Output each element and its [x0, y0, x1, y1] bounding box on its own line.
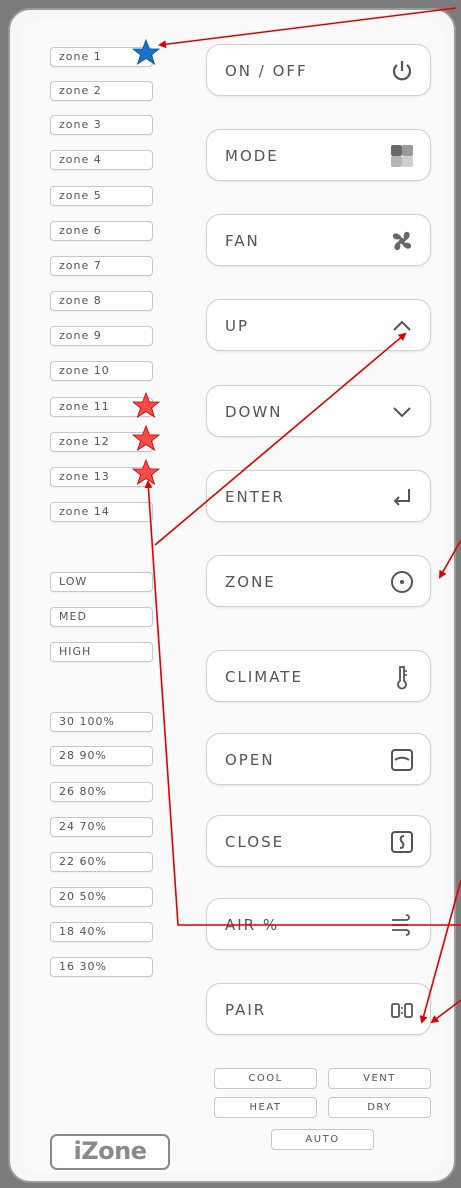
zone-14-button[interactable]: zone 14	[50, 502, 153, 522]
percent-100-button[interactable]: 30 100%	[50, 712, 153, 732]
climate-button[interactable]: CLIMATE	[206, 650, 431, 702]
air-percent-label: AIR %	[225, 916, 280, 934]
zone-button[interactable]: ZONE	[206, 555, 431, 607]
thermometer-icon	[397, 666, 407, 690]
zone-2-button[interactable]: zone 2	[50, 81, 153, 101]
open-icon	[391, 749, 413, 771]
percent-70-button[interactable]: 24 70%	[50, 817, 153, 837]
izone-logo: iZone	[50, 1134, 170, 1170]
auto-mode-button[interactable]: AUTO	[271, 1129, 374, 1150]
down-label: DOWN	[225, 403, 283, 421]
zone-5-button[interactable]: zone 5	[50, 186, 153, 206]
close-label: CLOSE	[225, 833, 285, 851]
chevron-down-icon	[393, 407, 411, 418]
fan-low-button[interactable]: LOW	[50, 572, 153, 592]
fan-icon	[392, 231, 412, 251]
zone-9-button[interactable]: zone 9	[50, 326, 153, 346]
dial-icon	[391, 571, 413, 593]
fan-med-button[interactable]: MED	[50, 607, 153, 627]
zone-4-button[interactable]: zone 4	[50, 150, 153, 170]
airflow-icon	[392, 914, 410, 936]
up-label: UP	[225, 317, 250, 335]
percent-40-button[interactable]: 18 40%	[50, 922, 153, 942]
zone-13-button[interactable]: zone 13	[50, 467, 153, 487]
percent-80-button[interactable]: 26 80%	[50, 782, 153, 802]
zone-11-button[interactable]: zone 11	[50, 397, 153, 417]
on-off-button[interactable]: ON / OFF	[206, 44, 431, 96]
on-off-label: ON / OFF	[225, 62, 308, 80]
zone-12-button[interactable]: zone 12	[50, 432, 153, 452]
climate-label: CLIMATE	[225, 668, 303, 686]
close-button[interactable]: CLOSE	[206, 815, 431, 867]
percent-90-button[interactable]: 28 90%	[50, 746, 153, 766]
percent-30-button[interactable]: 16 30%	[50, 957, 153, 977]
enter-icon	[393, 489, 410, 506]
cool-mode-button[interactable]: COOL	[214, 1068, 317, 1089]
air-percent-button[interactable]: AIR %	[206, 898, 431, 950]
pair-button[interactable]: PAIR	[206, 983, 431, 1035]
percent-50-button[interactable]: 20 50%	[50, 887, 153, 907]
chevron-up-icon	[393, 320, 411, 331]
enter-button[interactable]: ENTER	[206, 470, 431, 522]
zone-3-button[interactable]: zone 3	[50, 115, 153, 135]
power-icon	[392, 61, 412, 81]
pair-icon	[391, 1003, 413, 1018]
percent-60-button[interactable]: 22 60%	[50, 852, 153, 872]
heat-mode-button[interactable]: HEAT	[214, 1097, 317, 1118]
zone-10-button[interactable]: zone 10	[50, 361, 153, 381]
fan-label: FAN	[225, 232, 260, 250]
up-button[interactable]: UP	[206, 299, 431, 351]
pair-label: PAIR	[225, 1001, 267, 1019]
down-button[interactable]: DOWN	[206, 385, 431, 437]
zone-label: ZONE	[225, 573, 276, 591]
mode-label: MODE	[225, 147, 279, 165]
dry-mode-button[interactable]: DRY	[328, 1097, 431, 1118]
fan-high-button[interactable]: HIGH	[50, 642, 153, 662]
mode-button[interactable]: MODE	[206, 129, 431, 181]
mode-icon	[391, 145, 413, 167]
zone-7-button[interactable]: zone 7	[50, 256, 153, 276]
close-damper-icon	[391, 831, 413, 853]
zone-6-button[interactable]: zone 6	[50, 221, 153, 241]
fan-button[interactable]: FAN	[206, 214, 431, 266]
zone-8-button[interactable]: zone 8	[50, 291, 153, 311]
open-label: OPEN	[225, 751, 275, 769]
open-button[interactable]: OPEN	[206, 733, 431, 785]
enter-label: ENTER	[225, 488, 285, 506]
vent-mode-button[interactable]: VENT	[328, 1068, 431, 1089]
zone-1-button[interactable]: zone 1	[50, 47, 153, 67]
